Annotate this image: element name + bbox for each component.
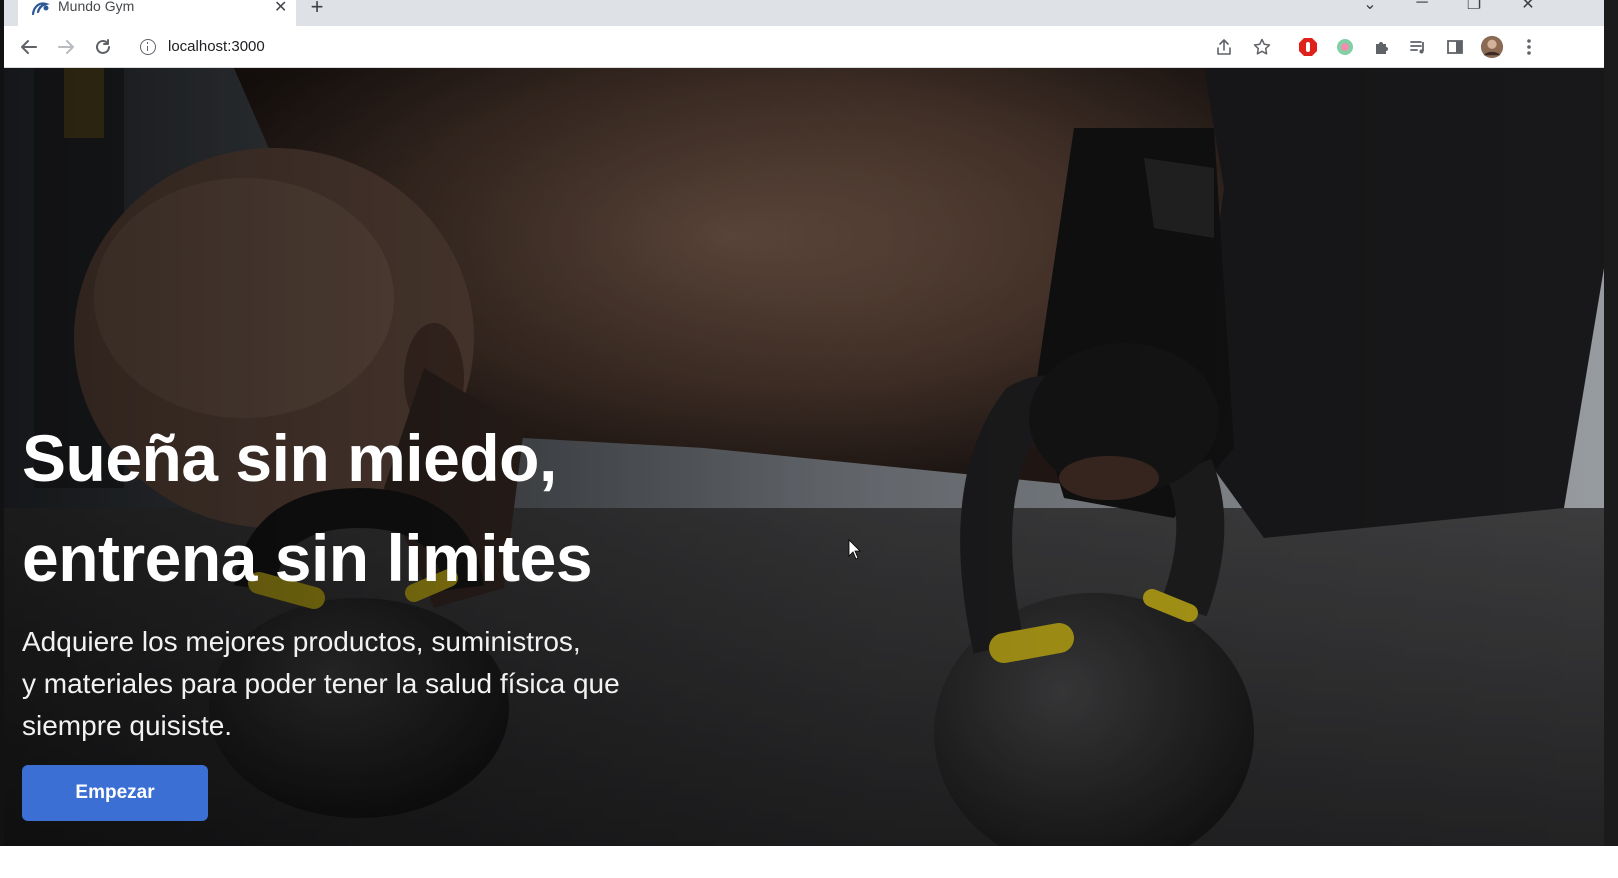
side-panel-icon[interactable] bbox=[1443, 35, 1467, 59]
media-queue-icon[interactable] bbox=[1406, 35, 1430, 59]
hero-subtitle: Adquiere los mejores productos, suminist… bbox=[22, 621, 620, 747]
hero-title-line-1: Sueña sin miedo, bbox=[22, 421, 557, 495]
new-tab-plus-icon[interactable]: + bbox=[304, 0, 330, 20]
hero-title-line-2: entrena sin limites bbox=[22, 521, 593, 595]
window-edge bbox=[1604, 0, 1618, 846]
forward-arrow-icon[interactable] bbox=[53, 34, 79, 60]
profile-avatar[interactable] bbox=[1480, 35, 1504, 59]
close-window-icon[interactable]: ✕ bbox=[1508, 0, 1548, 14]
address-bar[interactable]: localhost:3000 bbox=[130, 31, 1310, 63]
reload-icon[interactable] bbox=[90, 34, 116, 60]
hero-subtitle-line-1: Adquiere los mejores productos, suminist… bbox=[22, 626, 581, 657]
browser-window: Mundo Gym ✕ + ⌄ ─ ❐ ✕ localhost:3000 Sue… bbox=[0, 0, 1618, 878]
share-icon[interactable] bbox=[1212, 35, 1236, 59]
hero-title: Sueña sin miedo, entrena sin limites bbox=[22, 408, 593, 608]
back-arrow-icon[interactable] bbox=[16, 34, 42, 60]
site-favicon-icon bbox=[30, 0, 52, 16]
tab-title: Mundo Gym bbox=[58, 0, 135, 14]
screen-bottom-bar bbox=[0, 846, 1618, 878]
site-info-icon[interactable] bbox=[140, 39, 156, 55]
restore-icon[interactable]: ❐ bbox=[1454, 0, 1494, 14]
minimize-icon[interactable]: ─ bbox=[1402, 0, 1442, 12]
extensions-puzzle-icon[interactable] bbox=[1370, 35, 1394, 59]
hero-section: Sueña sin miedo, entrena sin limites Adq… bbox=[4, 68, 1604, 846]
adblock-extension-icon[interactable] bbox=[1296, 35, 1320, 59]
tab-strip: Mundo Gym ✕ + ⌄ ─ ❐ ✕ bbox=[4, 0, 1604, 26]
bookmark-star-icon[interactable] bbox=[1250, 35, 1274, 59]
browser-toolbar: localhost:3000 bbox=[4, 26, 1604, 68]
tab-close-icon[interactable]: ✕ bbox=[274, 0, 287, 17]
tab-mundo-gym[interactable]: Mundo Gym ✕ bbox=[18, 0, 296, 26]
url-text[interactable]: localhost:3000 bbox=[168, 38, 265, 55]
tab-search-chevron-icon[interactable]: ⌄ bbox=[1350, 0, 1390, 14]
color-extension-icon[interactable] bbox=[1333, 35, 1357, 59]
hero-subtitle-line-3: siempre quisiste. bbox=[22, 710, 233, 741]
menu-kebab-icon[interactable] bbox=[1517, 35, 1541, 59]
hero-subtitle-line-2: y materiales para poder tener la salud f… bbox=[22, 668, 620, 699]
empezar-button[interactable]: Empezar bbox=[22, 765, 208, 821]
